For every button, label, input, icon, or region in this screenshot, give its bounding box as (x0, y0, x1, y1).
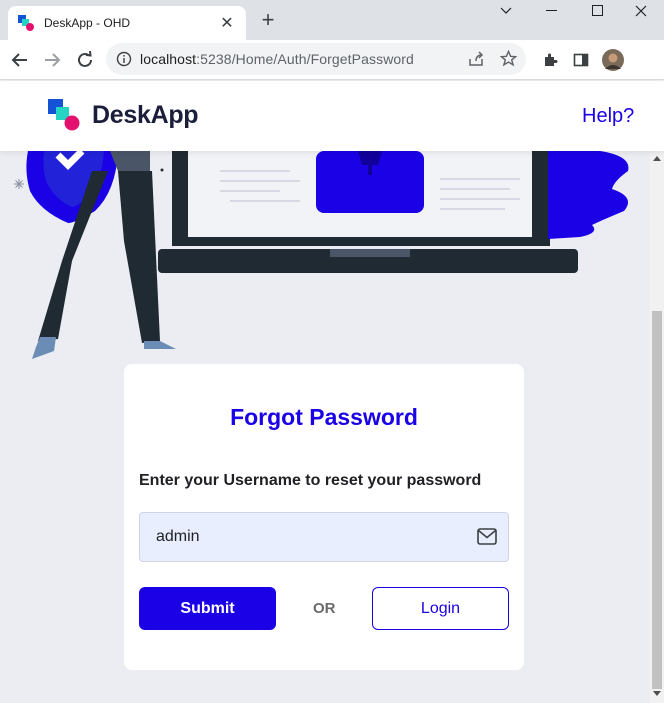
submit-button[interactable]: Submit (139, 587, 276, 630)
or-separator: OR (313, 600, 336, 617)
login-button[interactable]: Login (372, 587, 509, 630)
maximize-icon[interactable] (575, 0, 621, 22)
profile-avatar[interactable] (601, 48, 625, 72)
scroll-up-arrow-icon[interactable] (653, 155, 661, 161)
app-favicon-icon (18, 15, 34, 31)
reload-icon[interactable] (73, 48, 97, 72)
url-text[interactable]: localhost:5238/Home/Auth/ForgetPassword (140, 51, 414, 67)
page-title: Forgot Password (230, 404, 418, 430)
address-bar[interactable]: localhost:5238/Home/Auth/ForgetPassword (106, 43, 526, 75)
browser-tab-bar: DeskApp - OHD ✕ + (0, 0, 664, 40)
help-link[interactable]: Help? (582, 105, 634, 128)
deskapp-logo-icon (48, 99, 80, 131)
page-scrollbar[interactable] (650, 151, 664, 703)
minimize-chevron-icon[interactable] (483, 0, 529, 22)
username-input[interactable] (140, 513, 460, 561)
browser-tab[interactable]: DeskApp - OHD ✕ (8, 6, 246, 40)
mail-icon (477, 528, 497, 545)
brand-logo[interactable]: DeskApp (48, 99, 199, 131)
security-illustration (14, 151, 629, 359)
app-header: DeskApp Help? (0, 81, 664, 151)
extensions-puzzle-icon[interactable] (538, 48, 562, 72)
site-info-icon[interactable] (116, 51, 132, 67)
instruction-text: Enter your Username to reset your passwo… (139, 472, 482, 489)
new-tab-icon[interactable]: + (258, 8, 278, 32)
back-arrow-icon[interactable] (8, 48, 32, 72)
forgot-password-card: Forgot Password Enter your Username to r… (124, 364, 524, 670)
scroll-thumb[interactable] (652, 311, 662, 689)
close-window-icon[interactable] (618, 0, 664, 22)
tab-title: DeskApp - OHD (44, 16, 131, 30)
username-field[interactable] (139, 512, 509, 562)
forward-arrow-icon[interactable] (40, 48, 64, 72)
bookmark-star-icon[interactable] (500, 50, 517, 67)
brand-name: DeskApp (92, 100, 199, 129)
share-icon[interactable] (468, 51, 486, 67)
side-panel-icon[interactable] (569, 48, 593, 72)
scroll-down-arrow-icon[interactable] (653, 691, 661, 697)
minimize-icon[interactable] (529, 0, 575, 22)
tab-close-icon[interactable]: ✕ (218, 13, 236, 33)
